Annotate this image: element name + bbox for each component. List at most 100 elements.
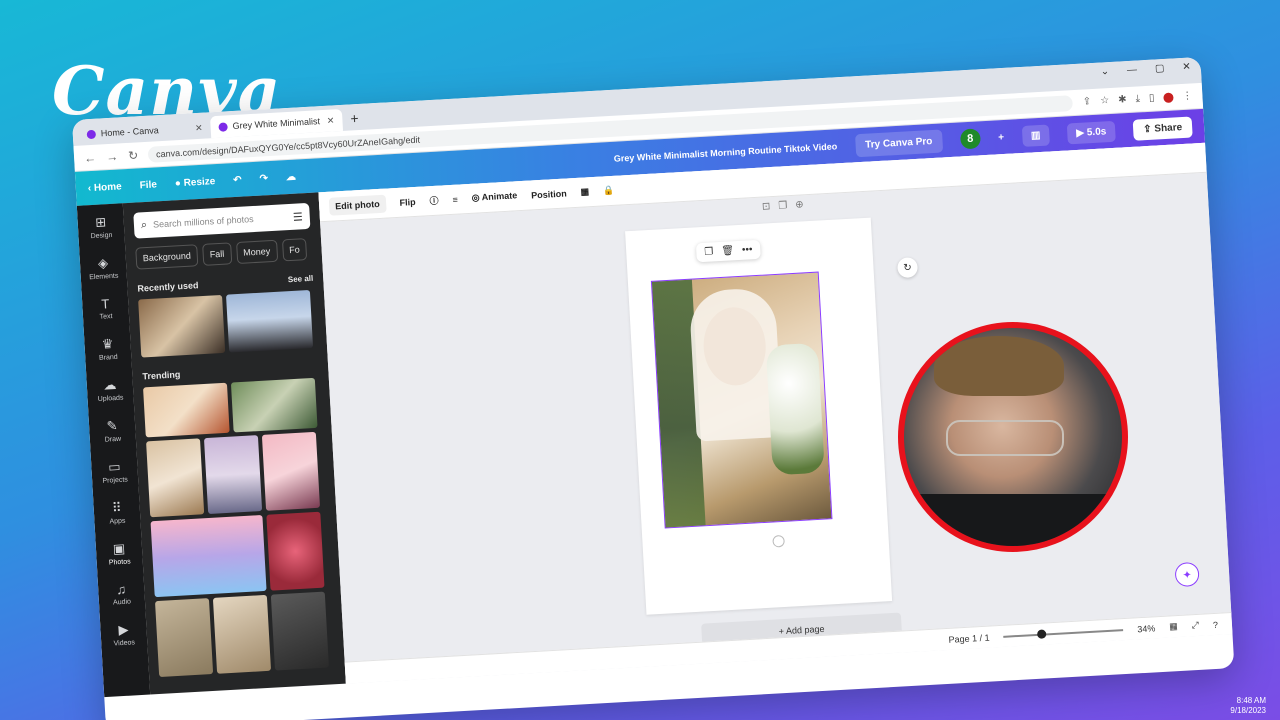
new-tab-button[interactable]: + (342, 110, 367, 131)
close-icon[interactable]: ✕ (195, 122, 203, 133)
see-all-link[interactable]: See all (288, 274, 314, 285)
fullscreen-icon[interactable]: ⤢ (1191, 620, 1199, 631)
photo-thumb[interactable] (261, 431, 321, 511)
info-icon[interactable]: ⓘ (429, 194, 439, 207)
close-window-icon[interactable]: ✕ (1182, 61, 1191, 72)
photo-thumb[interactable] (203, 435, 263, 515)
webcam-shirt (904, 494, 1122, 546)
tab-label: Home - Canva (100, 125, 160, 139)
transparency-icon[interactable]: ▦ (580, 186, 589, 197)
selected-photo[interactable] (650, 271, 833, 529)
chip-more[interactable]: Fo (281, 238, 308, 262)
share-page-icon[interactable]: ⇪ (1083, 96, 1092, 107)
photo-thumb[interactable] (266, 511, 325, 591)
sidebar-item-apps[interactable]: ⠿ Apps (108, 500, 125, 526)
reload-icon[interactable]: ↻ (128, 148, 139, 163)
chip-fall[interactable]: Fall (202, 242, 232, 266)
play-button[interactable]: ▶ 5.0s (1066, 120, 1116, 144)
sidebar-item-uploads[interactable]: ☁ Uploads (97, 377, 124, 403)
photo-thumb[interactable] (230, 377, 318, 433)
clock-date: 9/18/2023 (1230, 706, 1266, 715)
webcam-glasses (946, 420, 1064, 456)
add-page-icon[interactable]: ⊕ (795, 199, 804, 210)
design-title[interactable]: Grey White Minimalist Morning Routine Ti… (614, 141, 838, 163)
insights-icon[interactable]: ▥ (1021, 123, 1051, 147)
sidebar-item-brand[interactable]: ♛ Brand (98, 336, 118, 362)
chip-row: Background Fall Money Fo (135, 238, 312, 270)
duplicate-icon[interactable]: ❐ (704, 246, 714, 257)
download-icon[interactable]: ⤓ (1135, 93, 1140, 104)
lock-icon[interactable]: 🔒 (603, 185, 615, 197)
chip-money[interactable]: Money (235, 239, 278, 265)
chip-background[interactable]: Background (135, 244, 199, 270)
sidebar-item-draw[interactable]: ✎ Draw (104, 418, 122, 444)
sidebar-item-elements[interactable]: ◈ Elements (88, 255, 119, 282)
sidebar-item-design[interactable]: ⊞ Design (89, 214, 112, 240)
videos-icon: ▶ (118, 621, 129, 638)
page-indicator[interactable]: Page 1 / 1 (948, 632, 990, 644)
photo-thumb[interactable] (225, 289, 314, 353)
lock-page-icon[interactable]: ⊡ (762, 201, 771, 212)
magic-sparkle-icon[interactable]: ✦ (1174, 561, 1200, 588)
duplicate-page-icon[interactable]: ❐ (778, 200, 788, 211)
filter-icon[interactable]: ☰ (293, 210, 304, 224)
resize-button[interactable]: ● Resize (175, 176, 216, 189)
sidebar-item-audio[interactable]: ♫ Audio (112, 581, 131, 607)
sidebar-icon[interactable]: ▯ (1149, 93, 1155, 104)
zoom-slider[interactable] (1003, 628, 1124, 639)
home-button[interactable]: ‹ Home (88, 181, 122, 194)
regenerate-icon[interactable]: ↻ (896, 257, 919, 279)
animate-button[interactable]: ◎ Animate (471, 190, 517, 204)
back-icon[interactable]: ← (84, 150, 97, 165)
zoom-slider-knob[interactable] (1037, 628, 1047, 639)
profile-avatar[interactable] (1163, 91, 1174, 103)
photo-thumb[interactable] (138, 294, 226, 358)
forward-icon[interactable]: → (106, 149, 119, 164)
share-button[interactable]: ⇪ Share (1132, 116, 1193, 141)
cloud-sync-icon[interactable]: ☁ (286, 171, 297, 183)
star-icon[interactable]: ☆ (1100, 95, 1110, 106)
uploads-icon: ☁ (102, 376, 117, 393)
canva-favicon-icon (86, 129, 97, 139)
try-pro-button[interactable]: Try Canva Pro (854, 128, 943, 157)
user-avatar[interactable]: 8 (959, 128, 981, 150)
photo-flowers (765, 342, 825, 476)
menu-dots-icon[interactable]: ⋮ (1182, 90, 1193, 102)
trash-icon[interactable]: 🗑 (721, 245, 734, 257)
photo-thumb[interactable] (154, 598, 214, 677)
grid-view-icon[interactable]: ▦ (1169, 621, 1178, 632)
position-button[interactable]: Position (531, 188, 567, 200)
design-icon: ⊞ (94, 214, 107, 230)
browser-extensions: ⇪ ☆ ✱ ⤓ ▯ ⋮ (1083, 90, 1193, 107)
more-icon[interactable]: ••• (742, 244, 753, 256)
clock-time: 8:48 AM (1236, 696, 1266, 705)
sidebar-item-projects[interactable]: ▭ Projects (101, 458, 128, 485)
zoom-level[interactable]: 34% (1137, 623, 1156, 634)
sidebar-item-label: Elements (89, 272, 119, 282)
photo-thumb[interactable] (150, 514, 267, 598)
flip-button[interactable]: Flip (399, 196, 416, 207)
sidebar-item-label: Uploads (97, 394, 124, 403)
maximize-icon[interactable]: ▢ (1155, 63, 1165, 75)
close-icon[interactable]: ✕ (327, 115, 335, 126)
rotate-handle-icon[interactable] (772, 534, 785, 548)
photo-thumb[interactable] (146, 438, 205, 518)
chevron-down-icon[interactable]: ⌄ (1100, 66, 1109, 77)
search-input[interactable]: ⌕ Search millions of photos ☰ (133, 202, 311, 239)
puzzle-icon[interactable]: ✱ (1118, 94, 1127, 105)
sidebar-item-text[interactable]: T Text (98, 296, 112, 321)
photo-thumb[interactable] (212, 594, 272, 674)
minimize-icon[interactable]: — (1127, 64, 1138, 76)
photo-thumb[interactable] (270, 591, 329, 671)
file-menu[interactable]: File (139, 179, 157, 191)
redo-icon[interactable]: ↷ (259, 173, 268, 184)
edit-photo-button[interactable]: Edit photo (328, 194, 387, 216)
sidebar-item-photos[interactable]: ▣ Photos (108, 540, 131, 567)
help-icon[interactable]: ? (1213, 619, 1219, 629)
design-page[interactable]: ❐ 🗑 ••• (625, 217, 893, 615)
add-collaborator-icon[interactable]: + (998, 132, 1004, 143)
border-style-icon[interactable]: ≡ (452, 194, 458, 204)
photo-thumb[interactable] (143, 382, 230, 438)
undo-icon[interactable]: ↶ (233, 174, 242, 185)
sidebar-item-videos[interactable]: ▶ Videos (112, 621, 135, 648)
